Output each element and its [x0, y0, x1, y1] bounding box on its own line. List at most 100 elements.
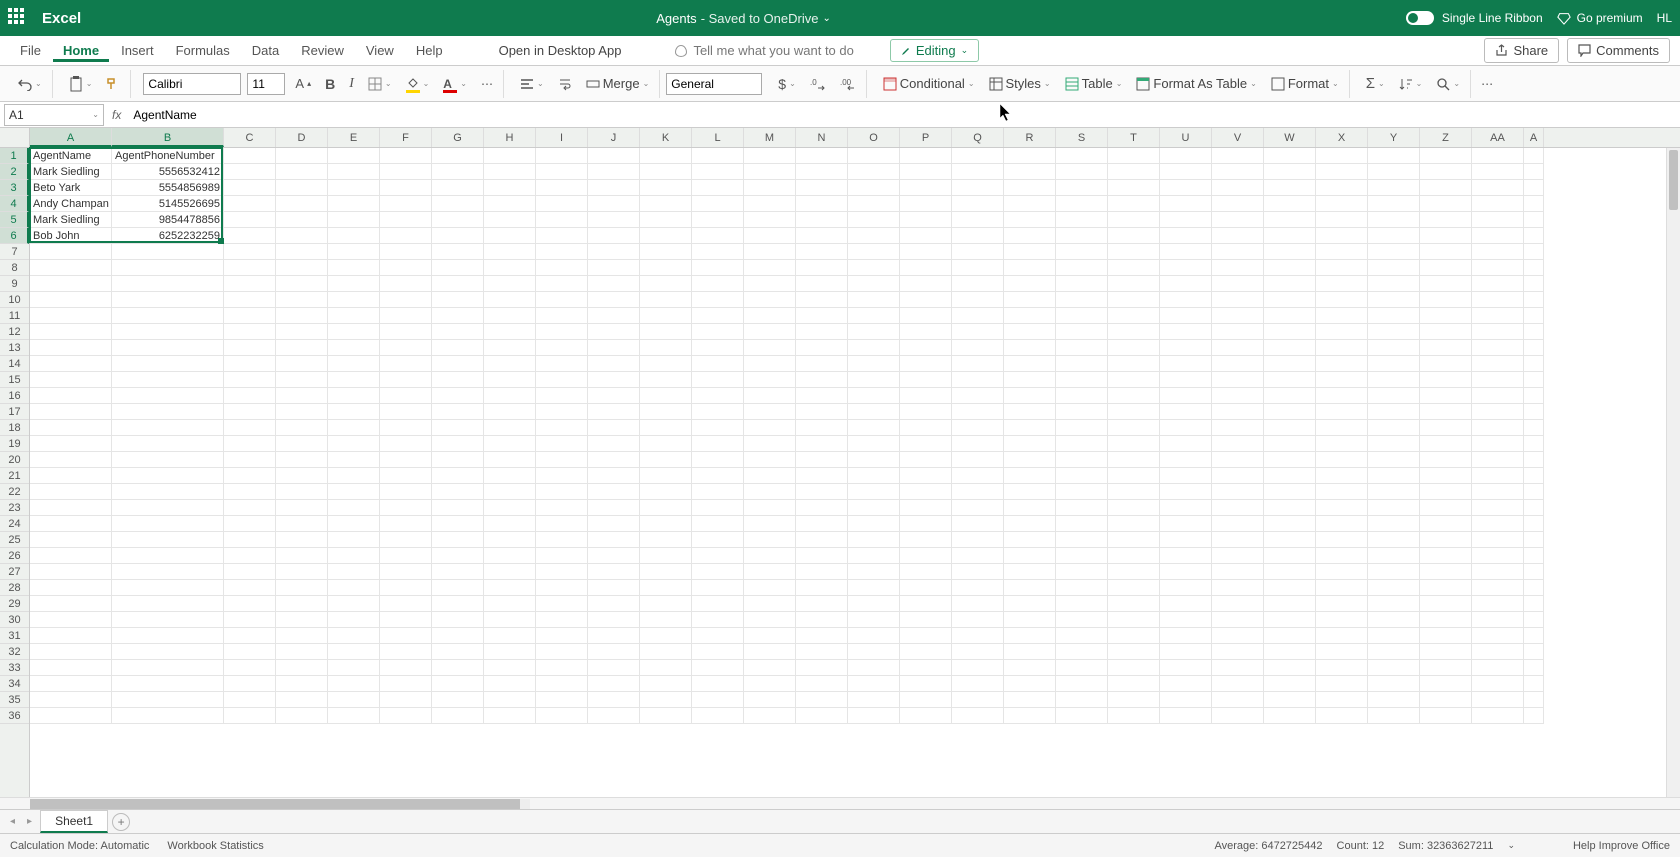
cell[interactable]: [640, 148, 692, 164]
cell[interactable]: [1316, 516, 1368, 532]
cell[interactable]: [1316, 628, 1368, 644]
cell[interactable]: [1212, 676, 1264, 692]
cell[interactable]: [224, 196, 276, 212]
cell[interactable]: [588, 548, 640, 564]
cell[interactable]: [536, 468, 588, 484]
cell[interactable]: [1264, 596, 1316, 612]
format-as-table-button[interactable]: Format As Table⌄: [1132, 74, 1260, 93]
cell[interactable]: [1160, 356, 1212, 372]
cell[interactable]: [484, 484, 536, 500]
row-header[interactable]: 3: [0, 180, 29, 196]
cell[interactable]: [900, 148, 952, 164]
cell[interactable]: [536, 260, 588, 276]
cell[interactable]: [1108, 260, 1160, 276]
cell[interactable]: [1108, 660, 1160, 676]
cell[interactable]: [796, 404, 848, 420]
cell[interactable]: [1212, 436, 1264, 452]
column-header[interactable]: A: [30, 128, 112, 147]
cell[interactable]: [588, 420, 640, 436]
cell[interactable]: [588, 404, 640, 420]
cell[interactable]: [276, 676, 328, 692]
cell[interactable]: [1004, 532, 1056, 548]
cell[interactable]: [900, 468, 952, 484]
cell[interactable]: [796, 484, 848, 500]
cell[interactable]: [432, 276, 484, 292]
cell[interactable]: [30, 404, 112, 420]
share-button[interactable]: Share: [1484, 38, 1559, 63]
row-header[interactable]: 22: [0, 484, 29, 500]
cell[interactable]: [1420, 292, 1472, 308]
cell[interactable]: [536, 308, 588, 324]
cell[interactable]: [1524, 212, 1544, 228]
cell[interactable]: [848, 692, 900, 708]
cell[interactable]: [1264, 468, 1316, 484]
cell[interactable]: [112, 644, 224, 660]
row-header[interactable]: 18: [0, 420, 29, 436]
cell[interactable]: [1420, 164, 1472, 180]
cell[interactable]: [1316, 676, 1368, 692]
cell[interactable]: [900, 276, 952, 292]
cell[interactable]: [1368, 340, 1420, 356]
cell[interactable]: [1368, 516, 1420, 532]
cell[interactable]: [224, 500, 276, 516]
cell[interactable]: [640, 708, 692, 724]
cell[interactable]: [484, 388, 536, 404]
cell[interactable]: [328, 180, 380, 196]
cell[interactable]: [640, 260, 692, 276]
cell[interactable]: [640, 436, 692, 452]
cell[interactable]: [1004, 404, 1056, 420]
cell[interactable]: [1420, 516, 1472, 532]
cell[interactable]: [1524, 324, 1544, 340]
cell[interactable]: [1524, 708, 1544, 724]
cell[interactable]: [900, 324, 952, 340]
row-header[interactable]: 30: [0, 612, 29, 628]
cell[interactable]: [1160, 164, 1212, 180]
cell[interactable]: [848, 372, 900, 388]
column-header[interactable]: N: [796, 128, 848, 147]
row-header[interactable]: 1: [0, 148, 29, 164]
cell[interactable]: [1212, 580, 1264, 596]
cell[interactable]: [1420, 196, 1472, 212]
cell[interactable]: [432, 644, 484, 660]
cell[interactable]: [848, 244, 900, 260]
cell[interactable]: [588, 340, 640, 356]
cell[interactable]: [1264, 420, 1316, 436]
cell[interactable]: [1524, 292, 1544, 308]
cell[interactable]: [1108, 244, 1160, 260]
cell[interactable]: [224, 276, 276, 292]
cell[interactable]: [484, 676, 536, 692]
cell[interactable]: [848, 196, 900, 212]
cell[interactable]: [1316, 356, 1368, 372]
cell[interactable]: [1056, 260, 1108, 276]
borders-button[interactable]: ⌄: [364, 75, 396, 93]
cell[interactable]: [328, 340, 380, 356]
cell[interactable]: [536, 276, 588, 292]
cell[interactable]: [536, 660, 588, 676]
cell[interactable]: [744, 548, 796, 564]
cell[interactable]: [328, 516, 380, 532]
cell[interactable]: [900, 548, 952, 564]
cell[interactable]: [536, 708, 588, 724]
cell[interactable]: [952, 164, 1004, 180]
cell[interactable]: [1160, 676, 1212, 692]
row-header[interactable]: 12: [0, 324, 29, 340]
cell[interactable]: [952, 372, 1004, 388]
cell[interactable]: [1212, 564, 1264, 580]
cell[interactable]: [1368, 292, 1420, 308]
cell[interactable]: [328, 644, 380, 660]
cell[interactable]: [1056, 484, 1108, 500]
cell[interactable]: [1056, 292, 1108, 308]
cell[interactable]: [1160, 596, 1212, 612]
cell[interactable]: [112, 548, 224, 564]
cell[interactable]: [796, 308, 848, 324]
cell[interactable]: [588, 180, 640, 196]
cell[interactable]: [952, 388, 1004, 404]
cell[interactable]: [796, 340, 848, 356]
cell[interactable]: [640, 324, 692, 340]
cell[interactable]: [1264, 580, 1316, 596]
cell[interactable]: [1212, 644, 1264, 660]
cell[interactable]: [1108, 468, 1160, 484]
cell[interactable]: [1368, 612, 1420, 628]
cell[interactable]: [796, 468, 848, 484]
cell[interactable]: [1212, 276, 1264, 292]
